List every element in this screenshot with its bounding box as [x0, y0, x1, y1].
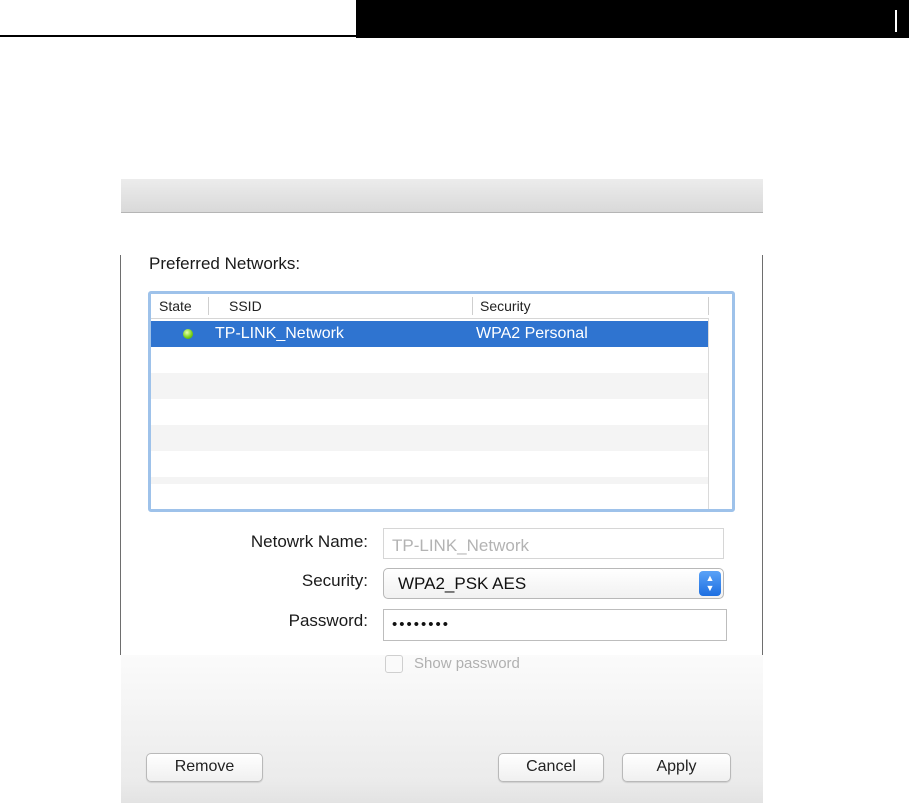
document-header-marker — [895, 10, 897, 32]
table-scrollbar-track[interactable] — [708, 318, 732, 509]
network-name-field: TP-LINK_Network — [383, 528, 724, 559]
column-header-state[interactable]: State — [159, 298, 192, 314]
window-left-border — [120, 255, 121, 655]
cancel-button[interactable]: Cancel — [498, 753, 604, 782]
row-ssid: TP-LINK_Network — [215, 325, 344, 342]
table-row-empty[interactable] — [151, 477, 708, 484]
column-divider — [208, 297, 209, 315]
password-field[interactable]: •••••••• — [383, 609, 727, 641]
table-row[interactable]: TP-LINK_Network WPA2 Personal — [151, 321, 708, 347]
table-header: State SSID Security — [151, 294, 732, 319]
table-row-empty[interactable] — [151, 451, 708, 477]
preferred-networks-table[interactable]: State SSID Security TP-LINK_Network WPA2… — [148, 291, 735, 512]
document-header-rule — [0, 35, 356, 37]
show-password-checkbox[interactable] — [385, 655, 403, 673]
show-password-label: Show password — [414, 655, 520, 672]
table-row-empty[interactable] — [151, 399, 708, 425]
column-header-security[interactable]: Security — [480, 298, 531, 314]
remove-button[interactable]: Remove — [146, 753, 263, 782]
security-label: Security: — [301, 571, 368, 590]
row-security: WPA2 Personal — [476, 325, 588, 342]
column-divider — [708, 297, 709, 315]
table-row-empty[interactable] — [151, 425, 708, 451]
document-header-bar — [356, 0, 909, 38]
network-name-label: Netowrk Name: — [250, 532, 368, 551]
window-right-border — [762, 255, 763, 655]
table-row-empty[interactable] — [151, 347, 708, 373]
up-down-chevron-icon[interactable]: ▲ ▼ — [699, 571, 721, 596]
column-header-ssid[interactable]: SSID — [229, 298, 262, 314]
window-titlebar[interactable] — [121, 179, 763, 213]
section-title: Preferred Networks: — [149, 254, 301, 273]
security-select[interactable]: WPA2_PSK AES ▲ ▼ — [383, 568, 724, 599]
password-label: Password: — [288, 611, 368, 630]
table-row-empty[interactable] — [151, 373, 708, 399]
security-select-value: WPA2_PSK AES — [398, 574, 527, 593]
apply-button[interactable]: Apply — [622, 753, 731, 782]
green-dot-icon — [183, 329, 193, 339]
column-divider — [472, 297, 473, 315]
